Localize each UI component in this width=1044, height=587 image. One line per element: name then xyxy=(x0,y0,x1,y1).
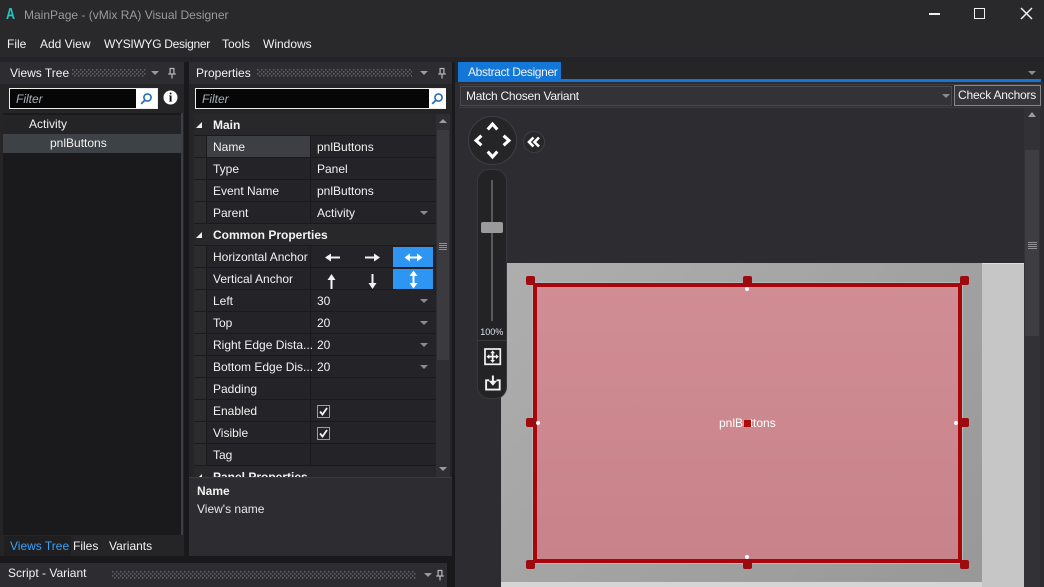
svg-text:i: i xyxy=(169,90,173,105)
